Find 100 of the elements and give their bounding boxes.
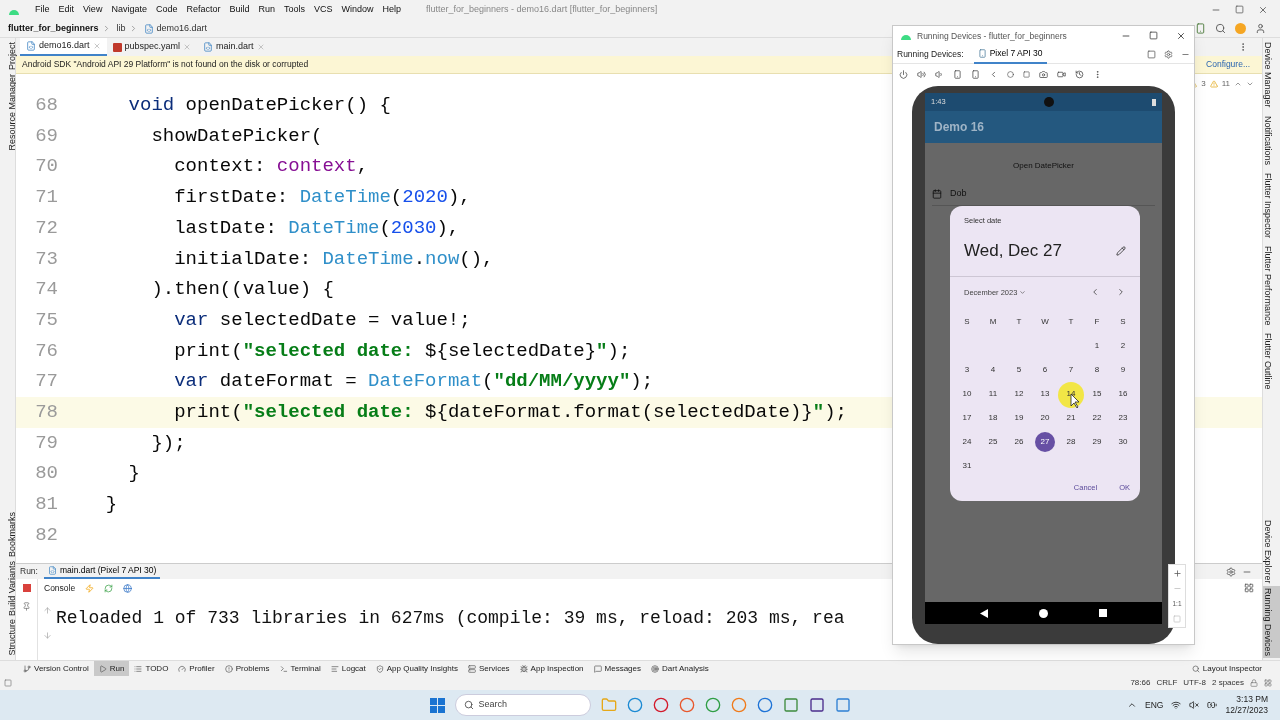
clock-date[interactable]: 12/27/2023 (1225, 705, 1268, 716)
zoom-in-icon[interactable] (1172, 569, 1182, 579)
tool-window-button[interactable]: Profiler (173, 660, 220, 677)
tool-window-tab[interactable]: Flutter Inspector (1263, 170, 1280, 240)
down-icon[interactable] (42, 631, 52, 640)
calendar-day[interactable]: 26 (1009, 432, 1029, 452)
calendar-day[interactable]: 12 (1009, 384, 1029, 404)
menu-item[interactable]: View (83, 3, 103, 17)
next-icon[interactable] (1246, 80, 1254, 88)
calendar-day[interactable]: 8 (1087, 360, 1107, 380)
tool-window-tab[interactable]: Flutter Outline (1263, 331, 1280, 392)
configure-link[interactable]: Configure... (1206, 58, 1250, 71)
device-icon[interactable] (1195, 23, 1206, 34)
back-icon[interactable] (980, 608, 989, 618)
calendar-day[interactable]: 19 (1009, 408, 1029, 428)
calendar-day[interactable]: 29 (1087, 432, 1107, 452)
calendar-day[interactable]: 5 (1009, 360, 1029, 380)
history-icon[interactable] (1075, 69, 1084, 79)
language-indicator[interactable]: ENG (1145, 698, 1164, 712)
overview-icon[interactable] (1098, 609, 1107, 617)
editor-tab[interactable]: pubspec.yaml (106, 38, 198, 56)
menu-item[interactable]: Build (229, 3, 250, 17)
menu-item[interactable]: VCS (314, 3, 333, 17)
tool-window-tab[interactable]: Bookmarks (0, 509, 15, 559)
pin-icon[interactable] (22, 602, 31, 611)
status-item[interactable]: CRLF (1156, 677, 1178, 689)
hot-restart-icon[interactable] (104, 583, 114, 593)
devtools-icon[interactable] (123, 583, 133, 593)
update-icon[interactable] (1235, 23, 1246, 34)
windows-logo-icon[interactable] (429, 697, 445, 713)
tool-window-tab[interactable]: Device Explorer (1263, 518, 1280, 586)
lock-icon[interactable] (1250, 679, 1258, 687)
tool-window-button[interactable]: Messages (588, 660, 646, 677)
breadcrumb[interactable]: flutter_for_beginners (8, 21, 99, 36)
close-tab-icon[interactable] (92, 42, 101, 50)
warning-icon[interactable] (1209, 80, 1218, 88)
device-tab[interactable]: Pixel 7 API 30 (973, 45, 1047, 64)
camera-icon[interactable] (1039, 69, 1048, 79)
calendar-day[interactable]: 1 (1087, 336, 1107, 356)
breadcrumb[interactable]: demo16.dart (156, 21, 208, 36)
up-icon[interactable] (42, 606, 52, 615)
home-icon[interactable] (1039, 608, 1048, 618)
calendar-day[interactable]: 6 (1035, 360, 1055, 380)
tool-window-button[interactable]: Dart Analysis (646, 660, 714, 677)
tool-window-button[interactable]: Logcat (325, 660, 371, 677)
calendar-day[interactable]: 17 (957, 408, 977, 428)
calendar-day[interactable]: 2 (1113, 336, 1133, 356)
app-icon[interactable] (834, 697, 851, 713)
settings-icon[interactable] (1164, 50, 1173, 59)
search-icon[interactable] (1215, 23, 1226, 34)
calendar-day[interactable]: 21 (1061, 408, 1081, 428)
calendar-day[interactable]: 24 (957, 432, 977, 452)
close-tab-icon[interactable] (256, 43, 265, 51)
calendar-day[interactable]: 25 (983, 432, 1003, 452)
tool-window-button[interactable]: Terminal (274, 660, 326, 677)
calendar-day[interactable]: 15 (1087, 384, 1107, 404)
status-item[interactable]: 2 spaces (1211, 677, 1244, 689)
tool-window-button[interactable]: TODO (129, 660, 174, 677)
next-month-icon[interactable] (1116, 287, 1126, 298)
calendar-day[interactable]: 16 (1113, 384, 1133, 404)
tool-window-tab[interactable]: Flutter Performance (1263, 243, 1280, 328)
calendar-day[interactable]: 31 (957, 456, 977, 476)
app-icon[interactable] (782, 697, 799, 713)
calendar-day[interactable]: 7 (1061, 360, 1081, 380)
volume-up-icon[interactable] (917, 69, 926, 79)
panel-toggle-icon[interactable] (4, 679, 12, 687)
close-icon[interactable] (1258, 5, 1268, 15)
tool-window-tab[interactable]: Device Manager (1263, 40, 1280, 110)
tool-window-tab[interactable]: Running Devices (1263, 585, 1280, 658)
tool-window-button[interactable]: Services (462, 660, 515, 677)
tool-window-button[interactable]: Problems (219, 660, 275, 677)
tool-window-tab[interactable]: Notifications (1263, 113, 1280, 167)
calendar-day[interactable]: 28 (1061, 432, 1081, 452)
menu-item[interactable]: Refactor (186, 3, 221, 17)
run-tab[interactable]: main.dart (Pixel 7 API 30) (43, 564, 161, 579)
menu-item[interactable]: File (35, 3, 50, 17)
stop-icon[interactable] (22, 584, 31, 592)
layout-inspector-button[interactable]: Layout Inspector (1191, 662, 1262, 675)
tool-window-tab[interactable]: Structure (0, 617, 15, 658)
tool-window-button[interactable]: App Inspection (514, 660, 589, 677)
menu-item[interactable]: Window (341, 3, 374, 17)
editor-tab[interactable]: demo16.dart (20, 38, 107, 56)
menu-item[interactable]: Edit (58, 3, 75, 17)
close-icon[interactable] (1176, 31, 1186, 41)
calendar-day[interactable]: 30 (1113, 432, 1133, 452)
maximize-icon[interactable] (1149, 31, 1158, 40)
edit-icon[interactable] (1116, 246, 1126, 256)
status-item[interactable]: UTF-8 (1183, 677, 1206, 689)
power-icon[interactable] (899, 69, 908, 79)
menu-item[interactable]: Help (382, 3, 402, 17)
calendar-day[interactable]: 10 (957, 384, 977, 404)
settings-icon[interactable] (1226, 566, 1236, 577)
layout-icon[interactable] (1147, 50, 1156, 59)
tool-window-tab[interactable]: Resource Manager (0, 72, 15, 153)
calendar-day[interactable]: 27 (1035, 432, 1055, 452)
calendar-day[interactable]: 18 (983, 408, 1003, 428)
calendar-day[interactable]: 3 (957, 360, 977, 380)
maximize-icon[interactable] (1235, 5, 1244, 14)
tray-overflow-icon[interactable] (1127, 700, 1138, 710)
tool-window-button[interactable]: Version Control (18, 660, 94, 677)
